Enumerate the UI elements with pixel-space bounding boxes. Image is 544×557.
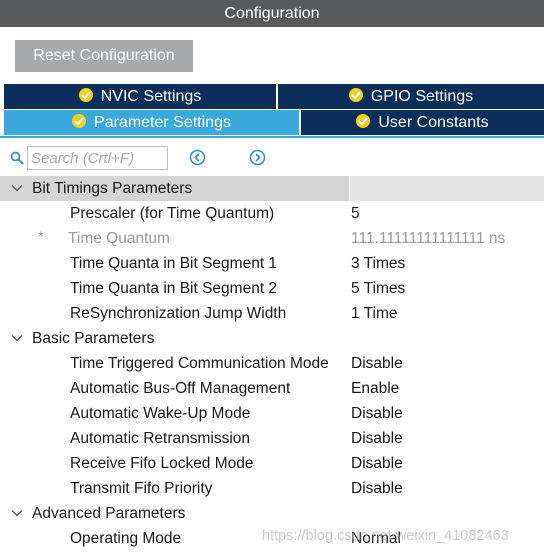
param-row[interactable]: Time Quanta in Bit Segment 1 3 Times [0, 251, 544, 276]
param-value[interactable]: Disable [351, 426, 403, 451]
watermark-text: https://blog.csdn.net/weixin_41082463 [262, 528, 509, 544]
param-value[interactable]: 1 Time [351, 301, 398, 326]
check-badge-icon [78, 88, 93, 102]
check-badge-icon [348, 88, 363, 102]
group-label: Advanced Parameters [32, 505, 186, 522]
group-label: Bit Timings Parameters [32, 180, 193, 197]
tab-label: User Constants [378, 114, 489, 131]
window-title: Configuration [0, 0, 544, 27]
group-advanced-parameters[interactable]: Advanced Parameters [0, 501, 544, 526]
group-value-cell [349, 176, 544, 201]
chevron-down-icon[interactable] [11, 182, 23, 194]
search-icon[interactable] [10, 151, 24, 165]
param-value[interactable]: Disable [351, 451, 403, 476]
tab-label: GPIO Settings [370, 88, 474, 105]
tab-underline [0, 136, 544, 138]
tab-nvic-settings[interactable]: NVIC Settings [4, 84, 276, 109]
group-label: Basic Parameters [32, 330, 155, 347]
param-value[interactable]: 5 Times [351, 276, 405, 301]
param-label: Prescaler (for Time Quantum) [70, 205, 275, 222]
param-value[interactable]: Disable [351, 351, 403, 376]
param-value[interactable]: Enable [351, 376, 399, 401]
param-label: Receive Fifo Locked Mode [70, 455, 254, 472]
tab-label: Parameter Settings [94, 114, 231, 131]
group-bit-timings[interactable]: Bit Timings Parameters [0, 176, 544, 201]
param-label: Time Quantum [68, 230, 170, 247]
param-label: Transmit Fifo Priority [70, 480, 213, 497]
tab-parameter-settings[interactable]: Parameter Settings [4, 110, 299, 135]
param-row[interactable]: Time Quanta in Bit Segment 2 5 Times [0, 276, 544, 301]
param-row[interactable]: Receive Fifo Locked Mode Disable [0, 451, 544, 476]
group-basic-parameters[interactable]: Basic Parameters [0, 326, 544, 351]
tab-user-constants[interactable]: User Constants [301, 110, 544, 135]
param-row[interactable]: Automatic Wake-Up Mode Disable [0, 401, 544, 426]
check-badge-icon [356, 114, 371, 128]
param-value[interactable]: Disable [351, 401, 403, 426]
chevron-down-icon[interactable] [11, 332, 23, 344]
param-label: Operating Mode [70, 530, 182, 547]
param-row[interactable]: Automatic Retransmission Disable [0, 426, 544, 451]
settings-tabs: NVIC Settings GPIO Settings Parameter Se… [4, 84, 544, 136]
reset-configuration-button[interactable]: Reset Configuration [15, 40, 193, 72]
param-label: Automatic Wake-Up Mode [70, 405, 251, 422]
tab-label: NVIC Settings [100, 88, 202, 105]
check-badge-icon [72, 114, 87, 128]
param-value[interactable]: 3 Times [351, 251, 405, 276]
search-previous-icon[interactable] [189, 149, 206, 166]
param-label: Time Quanta in Bit Segment 2 [70, 280, 278, 297]
param-value[interactable]: 5 [351, 201, 360, 226]
param-value[interactable]: Disable [351, 476, 403, 501]
readonly-marker: * [38, 228, 44, 244]
param-row: * Time Quantum 111.11111111111111 ns [0, 226, 544, 251]
param-row[interactable]: Prescaler (for Time Quantum) 5 [0, 201, 544, 226]
param-row[interactable]: Transmit Fifo Priority Disable [0, 476, 544, 501]
param-value: 111.11111111111111 ns [351, 230, 506, 247]
search-next-icon[interactable] [249, 149, 266, 166]
param-row[interactable]: ReSynchronization Jump Width 1 Time [0, 301, 544, 326]
param-label: Automatic Bus-Off Management [70, 380, 291, 397]
chevron-down-icon[interactable] [11, 507, 23, 519]
param-label: Time Quanta in Bit Segment 1 [70, 255, 278, 272]
param-label: ReSynchronization Jump Width [70, 305, 287, 322]
param-label: Time Triggered Communication Mode [70, 355, 329, 372]
search-input[interactable] [27, 146, 168, 170]
param-row[interactable]: Time Triggered Communication Mode Disabl… [0, 351, 544, 376]
tab-gpio-settings[interactable]: GPIO Settings [278, 84, 544, 109]
search-bar [0, 142, 544, 172]
param-label: Automatic Retransmission [70, 430, 251, 447]
param-row[interactable]: Automatic Bus-Off Management Enable [0, 376, 544, 401]
